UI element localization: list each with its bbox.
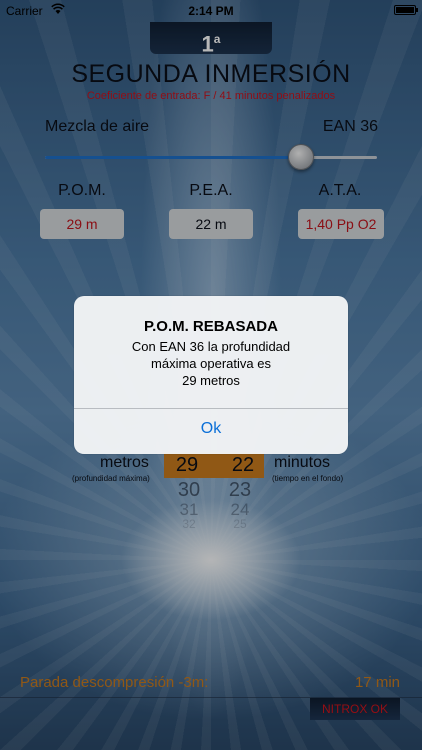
alert-ok-button[interactable]: Ok	[74, 409, 348, 454]
alert-title: P.O.M. REBASADA	[144, 318, 278, 335]
alert-message-line: máxima operativa es	[151, 356, 271, 371]
alert-message-line: Con EAN 36 la profundidad	[131, 339, 291, 354]
alert-message: Con EAN 36 la profundidad máxima operati…	[74, 338, 348, 389]
alert-message-line: 29 metros	[182, 373, 240, 388]
alert-dialog: P.O.M. REBASADA Con EAN 36 la profundida…	[74, 296, 348, 454]
